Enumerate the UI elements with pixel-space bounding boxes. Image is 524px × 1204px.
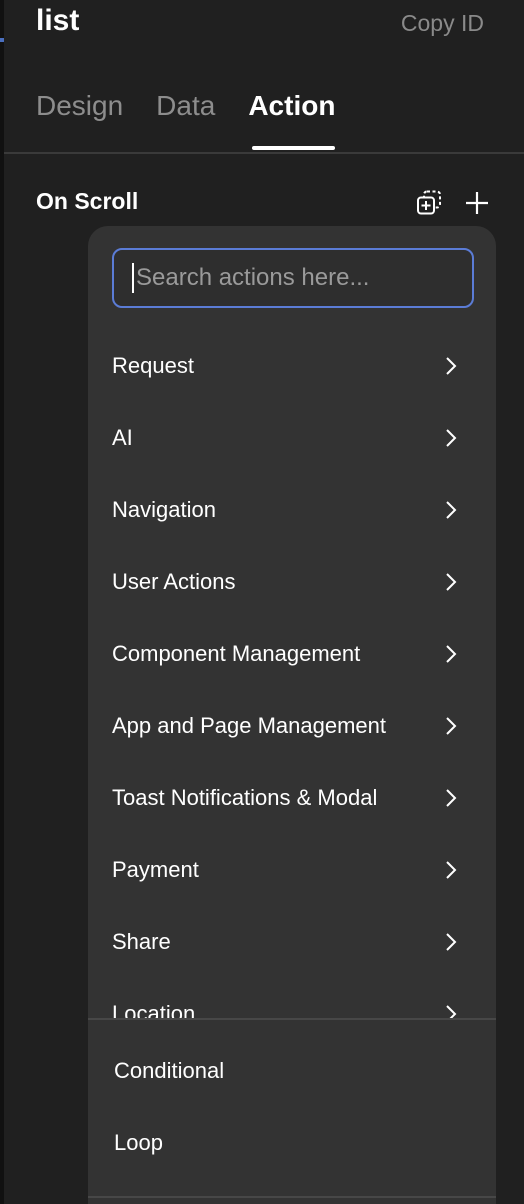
menu-item-ai[interactable]: AI bbox=[88, 402, 496, 474]
menu-item-label: Request bbox=[112, 353, 194, 378]
search-input[interactable] bbox=[136, 264, 456, 292]
list-divider-bottom bbox=[88, 1196, 496, 1198]
menu-item-label: Location bbox=[112, 1001, 196, 1018]
copy-id-button[interactable]: Copy ID bbox=[401, 10, 484, 37]
menu-item-label: Navigation bbox=[112, 497, 216, 522]
menu-item-component-management[interactable]: Component Management bbox=[88, 618, 496, 690]
chevron-right-icon bbox=[446, 573, 457, 591]
menu-item-location[interactable]: Location bbox=[88, 978, 496, 1018]
event-label: On Scroll bbox=[36, 188, 139, 214]
chevron-right-icon bbox=[446, 501, 457, 519]
menu-item-toast-modal[interactable]: Toast Notifications & Modal bbox=[88, 762, 496, 834]
tab-design[interactable]: Design bbox=[36, 90, 123, 150]
conditional-item[interactable]: Conditional bbox=[114, 1058, 224, 1084]
event-row: On Scroll bbox=[36, 188, 496, 220]
menu-item-request[interactable]: Request bbox=[88, 330, 496, 402]
chevron-right-icon bbox=[446, 789, 457, 807]
menu-item-label: Share bbox=[112, 929, 171, 954]
action-category-list: Request AI Navigation User Actions Compo… bbox=[88, 330, 496, 1018]
menu-item-label: Component Management bbox=[112, 641, 361, 666]
tab-action-label: Action bbox=[248, 90, 336, 121]
tab-action[interactable]: Action bbox=[248, 90, 336, 150]
chevron-right-icon bbox=[446, 1005, 457, 1018]
menu-item-label: Payment bbox=[112, 857, 199, 882]
chevron-right-icon bbox=[446, 429, 457, 447]
action-dropdown: Request AI Navigation User Actions Compo… bbox=[88, 226, 496, 1204]
menu-item-app-page-management[interactable]: App and Page Management bbox=[88, 690, 496, 762]
tab-design-label: Design bbox=[36, 90, 124, 121]
loop-item[interactable]: Loop bbox=[114, 1130, 163, 1156]
menu-item-share[interactable]: Share bbox=[88, 906, 496, 978]
menu-item-payment[interactable]: Payment bbox=[88, 834, 496, 906]
menu-item-label: User Actions bbox=[112, 569, 236, 594]
properties-panel: list Copy ID Design Data Action On Scrol… bbox=[4, 0, 524, 1204]
component-title: list bbox=[36, 4, 80, 37]
tab-data[interactable]: Data bbox=[156, 90, 215, 150]
tab-data-label: Data bbox=[156, 90, 216, 121]
chevron-right-icon bbox=[446, 861, 457, 879]
text-caret bbox=[132, 263, 134, 293]
chevron-right-icon bbox=[446, 717, 457, 735]
chevron-right-icon bbox=[446, 357, 457, 375]
menu-item-label: App and Page Management bbox=[112, 713, 386, 738]
plus-icon[interactable] bbox=[464, 190, 490, 216]
menu-item-user-actions[interactable]: User Actions bbox=[88, 546, 496, 618]
menu-item-label: AI bbox=[112, 425, 133, 450]
search-box[interactable] bbox=[112, 248, 474, 308]
menu-item-label: Toast Notifications & Modal bbox=[112, 785, 378, 810]
list-divider bbox=[88, 1018, 496, 1020]
duplicate-icon[interactable] bbox=[416, 190, 442, 216]
chevron-right-icon bbox=[446, 933, 457, 951]
chevron-right-icon bbox=[446, 645, 457, 663]
tab-bar: Design Data Action bbox=[36, 90, 336, 150]
menu-item-navigation[interactable]: Navigation bbox=[88, 474, 496, 546]
active-tab-indicator bbox=[252, 146, 336, 150]
tabs-divider bbox=[4, 152, 524, 154]
